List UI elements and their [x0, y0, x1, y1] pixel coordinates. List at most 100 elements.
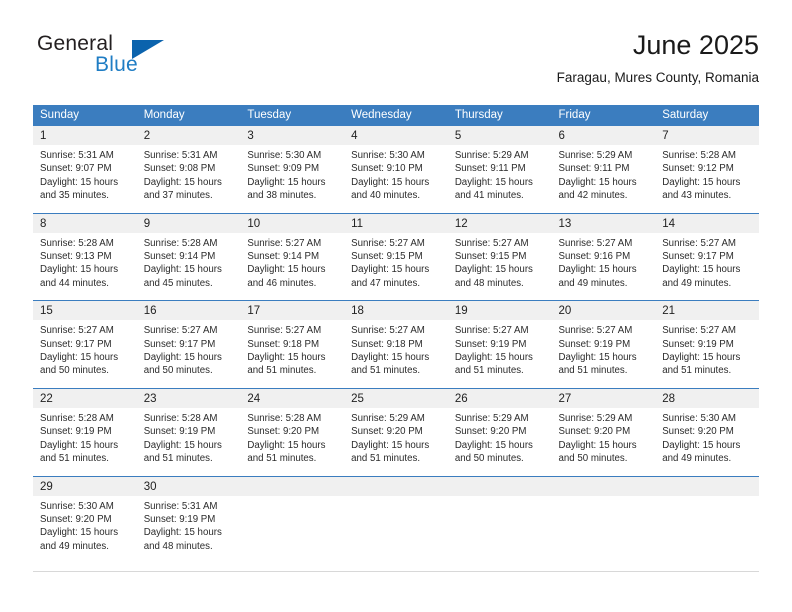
daylight-text-2: and 51 minutes. [351, 365, 421, 377]
day-number[interactable]: 18 [344, 301, 448, 321]
day-cell[interactable]: Sunrise: 5:31 AM Sunset: 9:08 PM Dayligh… [136, 145, 241, 213]
day-cell[interactable]: Sunrise: 5:29 AM Sunset: 9:11 PM Dayligh… [447, 145, 552, 213]
day-number[interactable]: 6 [551, 126, 656, 145]
day-cell[interactable]: Sunrise: 5:27 AM Sunset: 9:17 PM Dayligh… [655, 232, 759, 301]
sunrise-sunset-calendar: Sunday Monday Tuesday Wednesday Thursday… [33, 105, 759, 564]
day-number[interactable]: 24 [240, 388, 345, 408]
day-number[interactable]: 9 [136, 213, 241, 233]
day-cell[interactable]: Sunrise: 5:28 AM Sunset: 9:20 PM Dayligh… [240, 407, 345, 476]
day-number[interactable]: 8 [33, 213, 137, 233]
daylight-text-2: and 48 minutes. [143, 540, 213, 552]
day-cell[interactable]: Sunrise: 5:28 AM Sunset: 9:13 PM Dayligh… [33, 232, 137, 301]
sunrise-text: Sunrise: 5:27 AM [247, 325, 322, 337]
sunset-text: Sunset: 9:13 PM [40, 251, 112, 263]
day-cell[interactable]: Sunrise: 5:27 AM Sunset: 9:18 PM Dayligh… [240, 320, 345, 388]
day-number[interactable]: 5 [447, 126, 552, 145]
day-number[interactable]: 20 [551, 301, 656, 321]
daylight-text-1: Daylight: 15 hours [143, 176, 222, 188]
day-number [655, 476, 759, 496]
day-cell[interactable]: Sunrise: 5:27 AM Sunset: 9:17 PM Dayligh… [136, 320, 241, 388]
sunrise-text: Sunrise: 5:27 AM [247, 237, 322, 249]
day-number[interactable]: 23 [136, 388, 241, 408]
sunrise-text: Sunrise: 5:28 AM [40, 237, 114, 249]
day-cell[interactable]: Sunrise: 5:29 AM Sunset: 9:20 PM Dayligh… [447, 407, 552, 476]
day-number[interactable]: 28 [655, 388, 759, 408]
sunrise-text: Sunrise: 5:29 AM [351, 412, 425, 424]
day-cell[interactable]: Sunrise: 5:29 AM Sunset: 9:20 PM Dayligh… [551, 407, 656, 476]
sunset-text: Sunset: 9:17 PM [662, 251, 734, 263]
sunset-text: Sunset: 9:19 PM [454, 338, 527, 350]
daylight-text-2: and 35 minutes. [40, 190, 109, 202]
day-number[interactable]: 7 [655, 126, 759, 145]
day-cell[interactable]: Sunrise: 5:30 AM Sunset: 9:20 PM Dayligh… [655, 407, 759, 476]
sunrise-text: Sunrise: 5:28 AM [143, 412, 218, 424]
day-number[interactable]: 10 [240, 213, 345, 233]
week-3-info-row: Sunrise: 5:27 AM Sunset: 9:17 PM Dayligh… [33, 320, 759, 388]
page-title: June 2025 [632, 30, 759, 60]
daylight-text-2: and 51 minutes. [662, 365, 732, 377]
day-number[interactable]: 4 [344, 126, 448, 145]
sunset-text: Sunset: 9:19 PM [558, 338, 631, 350]
sunset-text: Sunset: 9:07 PM [40, 163, 112, 175]
sunrise-text: Sunrise: 5:30 AM [40, 500, 114, 512]
day-cell[interactable]: Sunrise: 5:28 AM Sunset: 9:12 PM Dayligh… [655, 145, 759, 213]
day-cell[interactable]: Sunrise: 5:31 AM Sunset: 9:07 PM Dayligh… [33, 145, 137, 213]
day-number[interactable]: 26 [447, 388, 552, 408]
sunrise-text: Sunrise: 5:27 AM [40, 325, 114, 337]
daylight-text-2: and 49 minutes. [40, 540, 109, 552]
day-number[interactable]: 1 [33, 126, 137, 145]
day-cell[interactable]: Sunrise: 5:30 AM Sunset: 9:10 PM Dayligh… [344, 145, 448, 213]
daylight-text-2: and 51 minutes. [558, 365, 628, 377]
daylight-text-2: and 51 minutes. [351, 453, 421, 465]
sunset-text: Sunset: 9:20 PM [247, 426, 320, 438]
sunset-text: Sunset: 9:10 PM [351, 163, 423, 175]
daylight-text-2: and 47 minutes. [351, 277, 421, 289]
day-cell[interactable]: Sunrise: 5:27 AM Sunset: 9:15 PM Dayligh… [344, 232, 448, 301]
day-cell[interactable]: Sunrise: 5:30 AM Sunset: 9:09 PM Dayligh… [240, 145, 345, 213]
day-cell[interactable]: Sunrise: 5:27 AM Sunset: 9:17 PM Dayligh… [33, 320, 137, 388]
day-number[interactable]: 3 [240, 126, 345, 145]
day-cell[interactable]: Sunrise: 5:28 AM Sunset: 9:19 PM Dayligh… [33, 407, 137, 476]
day-cell[interactable]: Sunrise: 5:29 AM Sunset: 9:20 PM Dayligh… [344, 407, 448, 476]
day-cell[interactable]: Sunrise: 5:27 AM Sunset: 9:19 PM Dayligh… [447, 320, 552, 388]
day-number[interactable]: 19 [447, 301, 552, 321]
day-number[interactable]: 21 [655, 301, 759, 321]
day-cell-empty [447, 495, 552, 564]
day-cell[interactable]: Sunrise: 5:28 AM Sunset: 9:19 PM Dayligh… [136, 407, 241, 476]
general-blue-logo[interactable]: General Blue [37, 32, 217, 88]
day-cell[interactable]: Sunrise: 5:27 AM Sunset: 9:18 PM Dayligh… [344, 320, 448, 388]
sunset-text: Sunset: 9:20 PM [558, 426, 631, 438]
daylight-text-2: and 41 minutes. [454, 190, 524, 202]
day-number[interactable]: 13 [551, 213, 656, 233]
daylight-text-1: Daylight: 15 hours [662, 176, 741, 188]
day-number[interactable]: 16 [136, 301, 241, 321]
day-number[interactable]: 25 [344, 388, 448, 408]
daylight-text-2: and 37 minutes. [143, 190, 213, 202]
day-cell[interactable]: Sunrise: 5:29 AM Sunset: 9:11 PM Dayligh… [551, 145, 656, 213]
sunrise-text: Sunrise: 5:28 AM [247, 412, 322, 424]
day-number[interactable]: 11 [344, 213, 448, 233]
day-number[interactable]: 29 [33, 476, 137, 496]
day-cell[interactable]: Sunrise: 5:27 AM Sunset: 9:19 PM Dayligh… [655, 320, 759, 388]
daylight-text-1: Daylight: 15 hours [558, 176, 637, 188]
day-cell[interactable]: Sunrise: 5:31 AM Sunset: 9:19 PM Dayligh… [136, 495, 241, 564]
day-cell[interactable]: Sunrise: 5:27 AM Sunset: 9:19 PM Dayligh… [551, 320, 656, 388]
day-cell[interactable]: Sunrise: 5:27 AM Sunset: 9:16 PM Dayligh… [551, 232, 656, 301]
sunrise-text: Sunrise: 5:27 AM [454, 237, 529, 249]
day-number[interactable]: 12 [447, 213, 552, 233]
day-cell[interactable]: Sunrise: 5:30 AM Sunset: 9:20 PM Dayligh… [33, 495, 137, 564]
day-number[interactable]: 14 [655, 213, 759, 233]
day-number[interactable]: 15 [33, 301, 137, 321]
day-cell[interactable]: Sunrise: 5:27 AM Sunset: 9:15 PM Dayligh… [447, 232, 552, 301]
day-number[interactable]: 17 [240, 301, 345, 321]
day-number[interactable]: 22 [33, 388, 137, 408]
weekday-header-wednesday: Wednesday [344, 105, 448, 126]
daylight-text-1: Daylight: 15 hours [351, 176, 430, 188]
day-number[interactable]: 2 [136, 126, 241, 145]
week-5-info-row: Sunrise: 5:30 AM Sunset: 9:20 PM Dayligh… [33, 495, 759, 564]
day-number[interactable]: 27 [551, 388, 656, 408]
day-cell[interactable]: Sunrise: 5:27 AM Sunset: 9:14 PM Dayligh… [240, 232, 345, 301]
sunset-text: Sunset: 9:11 PM [558, 163, 630, 175]
day-cell[interactable]: Sunrise: 5:28 AM Sunset: 9:14 PM Dayligh… [136, 232, 241, 301]
day-number[interactable]: 30 [136, 476, 241, 496]
